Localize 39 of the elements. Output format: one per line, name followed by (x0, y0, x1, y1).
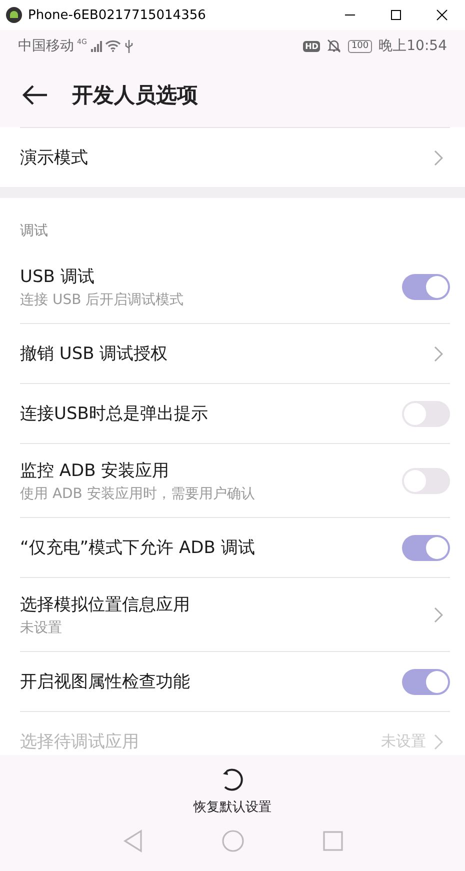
setting-label[interactable]: 演示模式 (20, 146, 426, 169)
toggle-switch[interactable] (402, 400, 450, 426)
setting-description: 使用 ADB 安装应用时，需要用户确认 (20, 484, 256, 502)
setting-label[interactable]: “仅充电”模式下允许 ADB 调试 (20, 536, 394, 559)
setting-description: 连接 USB 后开启调试模式 (20, 290, 185, 308)
maximize-icon (390, 9, 402, 21)
window-title: Phone-6EB0217715014356 (28, 8, 207, 22)
toggle-switch[interactable] (402, 468, 450, 494)
reset-button[interactable]: 恢复默认设置 (188, 765, 278, 816)
setting-label[interactable]: 开启视图属性检查功能 (20, 670, 394, 693)
close-icon (436, 9, 448, 21)
toggle-switch[interactable] (402, 274, 450, 300)
clock-time: 晚上10:54 (378, 37, 447, 55)
chevron-icon (434, 150, 443, 166)
home-nav-button[interactable] (220, 829, 244, 853)
chevron-icon (434, 734, 443, 750)
setting-description: 未设置 (20, 618, 63, 636)
setting-label[interactable]: 选择模拟位置信息应用 (20, 592, 426, 616)
setting-label[interactable]: 监控 ADB 安装应用 (20, 458, 394, 482)
wifi-icon (104, 40, 121, 52)
setting-label[interactable]: 撤销 USB 调试授权 (20, 342, 426, 365)
usb-icon (124, 39, 134, 53)
chevron-icon (434, 346, 443, 362)
signal-icon (90, 40, 102, 52)
app-icon (6, 7, 22, 23)
battery-indicator: 100 (348, 40, 372, 52)
recents-nav-button[interactable] (322, 829, 344, 853)
setting-label[interactable]: 连接USB时总是弹出提示 (20, 402, 394, 425)
setting-label[interactable]: USB 调试 (20, 264, 394, 288)
bell-off-icon (327, 39, 342, 53)
chevron-icon (434, 606, 443, 622)
page-title: 开发人员选项 (72, 82, 198, 108)
carrier-name: 中国移动 (18, 37, 74, 55)
back-nav-button[interactable] (122, 829, 144, 853)
toggle-switch[interactable] (402, 668, 450, 694)
back-button[interactable] (22, 84, 48, 106)
toggle-switch[interactable] (402, 534, 450, 560)
hd-badge: HD (303, 40, 320, 52)
section-header: 调试 (19, 222, 49, 241)
